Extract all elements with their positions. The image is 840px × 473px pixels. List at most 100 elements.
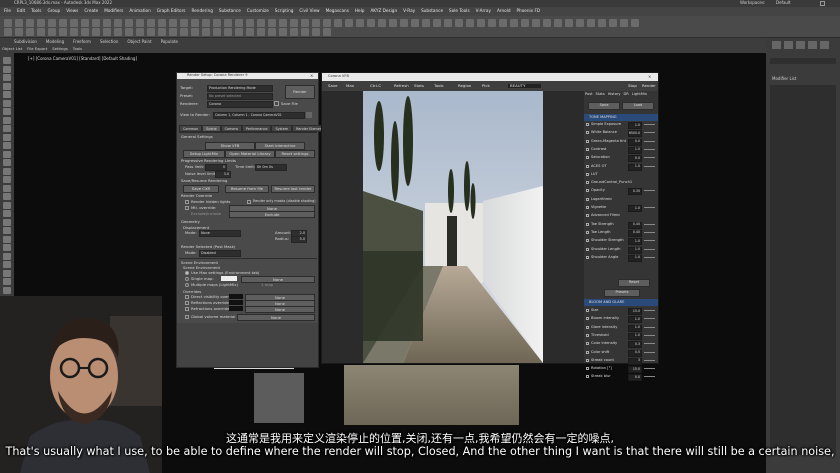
toolbar-tool-icon[interactable] [26,19,34,27]
toolbar-tool-icon[interactable] [279,28,287,36]
tone-row-checkbox[interactable] [586,123,589,126]
toolbar-tool-icon[interactable] [367,19,375,27]
bloom-row-checkbox[interactable] [586,309,589,312]
tone-row-slider[interactable] [644,124,655,125]
tone-row-slider[interactable] [644,248,655,250]
exclude-button[interactable]: Exclude [229,211,315,218]
menu-item-help[interactable]: Help [355,9,365,13]
tone-row-checkbox[interactable] [586,181,589,185]
toolbar-tool-icon[interactable] [620,19,628,27]
menu-item-megascans[interactable]: Megascans [326,9,349,13]
toolbar-tool-icon[interactable] [103,19,111,27]
tone-row-checkbox[interactable] [586,131,589,135]
toolbar-tool-icon[interactable] [136,28,144,36]
vfb-tab-post[interactable]: Post [585,92,593,99]
bloom-row-value-field[interactable]: 1.0 [628,324,642,332]
left-tool-icon[interactable] [3,108,11,115]
tone-mapping-header[interactable]: TONE MAPPING [584,114,658,121]
menu-item-edit[interactable]: Edit [17,9,25,13]
bloom-row-value-field[interactable]: 1.0 [628,316,642,324]
toolbar-tool-icon[interactable] [631,19,639,27]
tone-row-slider[interactable] [644,231,655,233]
toolbar-tool-icon[interactable] [301,28,309,36]
toolbar-tool-icon[interactable] [411,19,419,27]
toolbar-tool-icon[interactable] [301,19,309,27]
tone-row-value-field[interactable]: 6500.0 [628,130,642,138]
tone-row-value-field[interactable]: 0.40 [628,221,642,229]
create-tab-icon[interactable] [772,41,781,49]
toolbar-tool-icon[interactable] [92,28,100,36]
toolbar-tool-icon[interactable] [235,19,243,27]
toolbar-tool-icon[interactable] [70,19,78,27]
tone-row-slider[interactable] [644,157,655,159]
single-map-radio[interactable] [185,277,189,281]
menu-item-graph-editors[interactable]: Graph Editors [157,9,186,13]
left-tool-icon[interactable] [3,286,11,294]
toolbar-tool-icon[interactable] [323,28,331,36]
toolbar-tool-icon[interactable] [15,28,23,36]
global-volume-checkbox[interactable] [185,315,189,319]
menu-item-rendering[interactable]: Rendering [192,9,213,13]
presets-button[interactable]: Presets [604,289,640,297]
bloom-row-value-field[interactable]: 3 [628,357,642,365]
toolbar-tool-icon[interactable] [598,19,606,27]
left-tool-icon[interactable] [3,210,11,217]
toolbar-tool-icon[interactable] [202,28,210,36]
left-tool-icon[interactable] [3,91,11,98]
toolbar-tool-icon[interactable] [422,19,430,27]
bloom-row-value-field[interactable]: 1.0 [628,332,642,340]
left-tool-icon[interactable] [3,201,11,209]
left-tool-icon[interactable] [3,184,11,192]
vfb-tab-dr[interactable]: DR [624,92,629,99]
global-volume-slot[interactable]: None [237,314,315,321]
ribbon-tab-object-paint[interactable]: Object Paint [127,40,151,46]
open-material-library-button[interactable]: Open Material Library [225,150,275,158]
tab-performance[interactable]: Performance [241,125,272,132]
left-tool-icon[interactable] [3,74,11,81]
general-settings-header[interactable]: General Settings [181,135,213,139]
toolbar-tool-icon[interactable] [488,19,496,27]
toolbar-tool-icon[interactable] [246,19,254,27]
toolbar-tool-icon[interactable] [4,28,12,36]
toolbar-tool-icon[interactable] [70,28,78,36]
toolbar-tool-icon[interactable] [532,19,540,27]
toolbar-tool-icon[interactable] [15,19,23,27]
vfb-tool-region[interactable]: Region [458,84,471,88]
left-tool-icon[interactable] [3,125,11,132]
toolbar-tool-icon[interactable] [180,19,188,27]
toolbar-tool-icon[interactable] [576,19,584,27]
tone-row-checkbox[interactable] [586,214,589,218]
toolbar-tool-icon[interactable] [191,19,199,27]
refractions-slot[interactable]: None [245,306,315,313]
toolbar-tool-icon[interactable] [290,28,298,36]
save-cxr-button[interactable]: Save CXR [183,185,219,193]
tone-row-value-field[interactable]: 1.0 [628,254,642,262]
close-icon[interactable]: × [310,73,313,78]
tab-scene[interactable]: Scene [202,125,221,132]
toolbar-tool-icon[interactable] [191,28,199,36]
tone-row-checkbox[interactable] [586,156,589,160]
vfb-tool-refresh[interactable]: Refresh [394,84,409,88]
renderer-dropdown[interactable]: Corona [207,101,273,108]
tone-row-checkbox[interactable] [586,189,589,193]
toolbar-tool-icon[interactable] [48,28,56,36]
toolbar-tool-icon[interactable] [59,28,67,36]
tone-row-slider[interactable] [644,223,655,225]
toolbar-tool-icon[interactable] [81,28,89,36]
toolbar-tool-icon[interactable] [554,19,562,27]
toolbar-tool-icon[interactable] [213,19,221,27]
toolbar-tool-icon[interactable] [466,19,474,27]
toolbar-tool-icon[interactable] [180,28,188,36]
menu-item-group[interactable]: Group [47,9,60,13]
render-setup-titlebar[interactable]: Render Setup: Corona Renderer 9 × [177,73,318,79]
menu-item-phoenix-fd[interactable]: Phoenix FD [517,9,541,13]
tone-row-checkbox[interactable] [586,197,589,201]
reflections-override-checkbox[interactable] [185,301,189,305]
menu-item-views[interactable]: Views [66,9,78,13]
bloom-row-checkbox[interactable] [586,367,589,371]
toolbar-tool-icon[interactable] [565,19,573,27]
toolbar-tool-icon[interactable] [279,19,287,27]
toolbar-tool-icon[interactable] [59,19,67,27]
render-selected-dropdown[interactable]: Disabled [199,250,241,257]
toolbar-tool-icon[interactable] [158,19,166,27]
